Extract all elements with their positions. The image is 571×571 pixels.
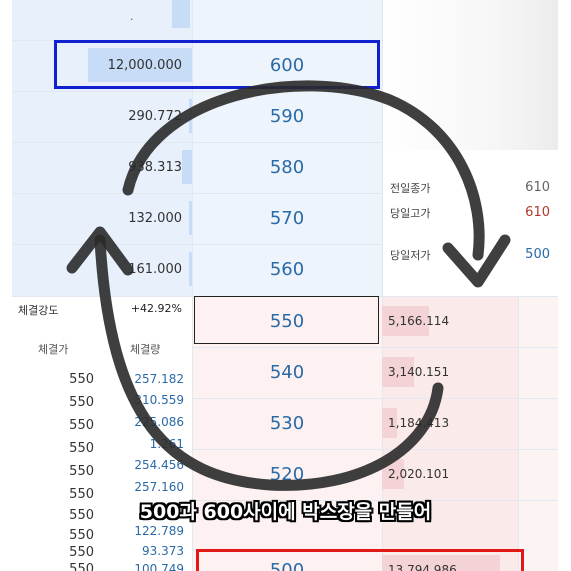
bid-price[interactable]: 530 (192, 398, 382, 449)
ask-volume-text: 132.000 (128, 211, 182, 226)
ask-row[interactable]: 938.313 580 (12, 142, 382, 193)
exec-price: 550 (69, 464, 94, 479)
exec-price: 550 (69, 372, 94, 387)
ask-price[interactable]: 590 (192, 91, 382, 142)
bid-volume-cell: 5,166.114 (382, 296, 518, 347)
bid-price[interactable]: 520 (192, 449, 382, 500)
bid-volume-text: 2,020.101 (388, 467, 450, 481)
bid-volume-cell: 1,184.413 (382, 398, 518, 449)
exec-volume-header: 체결량 (130, 343, 161, 356)
exec-price: 550 (69, 441, 94, 456)
bid-volume-text: 3,140.151 (388, 365, 450, 379)
top-right-panel (382, 0, 558, 150)
trade-strength-value: +42.92% (130, 302, 182, 315)
ask-row[interactable]: 290.772 590 (12, 91, 382, 142)
day-low-row: 당일저가 500 (390, 247, 550, 267)
exec-volume: 257.182 (134, 372, 184, 386)
right-edge (558, 0, 571, 571)
bid-volume-text: 5,166.114 (388, 314, 450, 328)
ask-volume-text: 161.000 (128, 262, 182, 277)
ask-row[interactable]: 132.000 570 (12, 193, 382, 244)
exec-volume: 310.559 (134, 393, 184, 407)
bid-row[interactable]: 520 2,020.101 (192, 449, 518, 500)
orderbook-screen: . 12,000.000 600 290.772 590 938.313 580… (0, 0, 571, 571)
ask-price[interactable]: 580 (192, 142, 382, 193)
bid-volume-cell: 2,020.101 (382, 449, 518, 500)
day-high-row: 당일고가 610 (390, 205, 550, 225)
exec-volume: 93.373 (142, 544, 184, 558)
highlight-box-current-price (194, 296, 379, 344)
ask-row[interactable]: 161.000 560 (12, 244, 382, 295)
prev-close-row: 전일종가 610 (390, 180, 550, 200)
day-high-value: 610 (525, 205, 550, 220)
exec-price: 550 (69, 545, 94, 560)
exec-volume: 257.160 (134, 480, 184, 494)
exec-volume: 1.261 (149, 437, 184, 451)
bid-row[interactable]: 540 3,140.151 (192, 347, 518, 398)
ask-volume-cell: 161.000 (12, 244, 192, 295)
bid-right-column (518, 296, 558, 571)
ask-volume-bar (172, 0, 190, 28)
highlight-box-600 (54, 40, 380, 89)
trade-strength-label: 체결강도 (18, 304, 59, 317)
video-caption: 500과 600사이에 박스장을 만들어 (139, 501, 432, 523)
day-high-label: 당일고가 (390, 207, 431, 220)
bid-row[interactable]: 530 1,184.413 (192, 398, 518, 449)
ask-volume-cell: 290.772 (12, 91, 192, 142)
exec-price: 550 (69, 395, 94, 410)
exec-price: 550 (69, 418, 94, 433)
bid-volume-cell: 3,140.151 (382, 347, 518, 398)
ask-volume-text: 938.313 (128, 160, 182, 175)
day-low-label: 당일저가 (390, 249, 431, 262)
day-low-value: 500 (525, 247, 550, 262)
exec-volume: 122.789 (134, 524, 184, 538)
exec-volume: 225.086 (134, 415, 184, 429)
ask-price[interactable]: 570 (192, 193, 382, 244)
exec-volume: 100.749 (134, 562, 184, 571)
ask-volume-text: 290.772 (128, 109, 182, 124)
exec-price: 550 (69, 528, 94, 543)
exec-price-header: 체결가 (38, 343, 69, 356)
ask-volume-cell: 938.313 (12, 142, 192, 193)
ask-price[interactable]: 560 (192, 244, 382, 295)
bid-volume-text: 1,184.413 (388, 416, 450, 430)
ask-volume-cell: 132.000 (12, 193, 192, 244)
dot: . (130, 10, 134, 23)
ask-volume-bar (182, 150, 192, 184)
exec-volume: 254.456 (134, 458, 184, 472)
prev-close-label: 전일종가 (390, 182, 431, 195)
grid-line (518, 296, 519, 571)
prev-close-value: 610 (525, 180, 550, 195)
exec-price: 550 (69, 562, 94, 571)
bid-price[interactable]: 540 (192, 347, 382, 398)
highlight-box-500 (196, 549, 524, 571)
